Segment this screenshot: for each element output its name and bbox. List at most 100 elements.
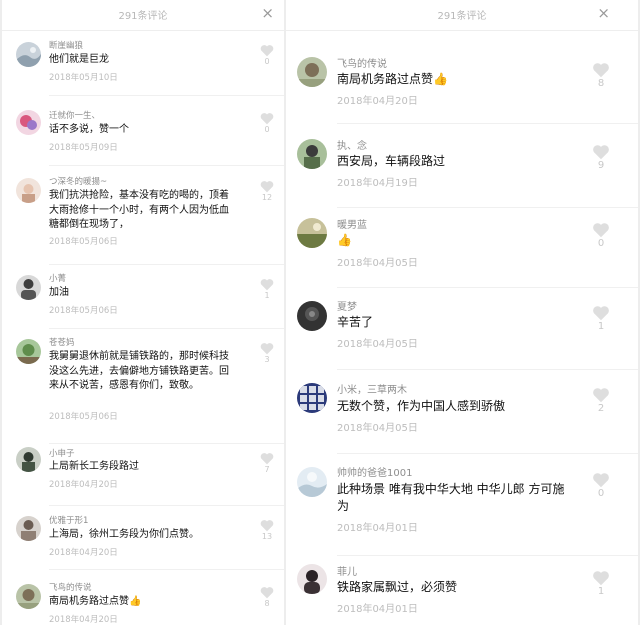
like-count: 8 bbox=[597, 78, 605, 89]
close-button[interactable]: × bbox=[597, 4, 610, 22]
avatar[interactable] bbox=[16, 178, 41, 203]
avatar[interactable] bbox=[297, 139, 327, 169]
comment-text: 无数个赞，作为中国人感到骄傲 bbox=[337, 399, 506, 413]
comment-username[interactable]: 苍苍妈 bbox=[49, 336, 75, 348]
avatar[interactable] bbox=[16, 447, 41, 472]
like-button[interactable]: 0 bbox=[588, 222, 614, 249]
comment-text: 加油 bbox=[49, 287, 69, 298]
avatar[interactable] bbox=[297, 564, 327, 594]
avatar[interactable] bbox=[297, 301, 327, 331]
like-button[interactable]: 12 bbox=[256, 180, 278, 202]
comment-item: 小申子 上局新长工务段路过 2018年04月20日 7 bbox=[2, 444, 284, 506]
comment-text: 我们抗洪抢险，基本没有吃的喝的，顶着大雨抢修十一个小时，有两个人因为低血糖都倒在… bbox=[49, 190, 229, 230]
comment-username[interactable]: 暖男蓝 bbox=[337, 216, 367, 231]
comment-text: 此种场景 唯有我中华大地 中华儿郎 方可施为 bbox=[337, 482, 565, 514]
like-button[interactable]: 9 bbox=[588, 144, 614, 171]
comment-item: 帅帅的爸爸1001 此种场景 唯有我中华大地 中华儿郎 方可施为 2018年04… bbox=[286, 454, 638, 556]
heart-icon bbox=[588, 570, 614, 586]
comment-item: 断崖幽狼 他们就是巨龙 2018年05月10日 0 bbox=[2, 30, 284, 96]
avatar[interactable] bbox=[16, 42, 41, 67]
avatar[interactable] bbox=[297, 383, 327, 413]
avatar[interactable] bbox=[297, 467, 327, 497]
avatar[interactable] bbox=[16, 110, 41, 135]
avatar[interactable] bbox=[16, 516, 41, 541]
like-count: 9 bbox=[597, 160, 605, 171]
comment-date: 2018年04月20日 bbox=[49, 615, 118, 625]
comment-text: 铁路家属飘过，必须赞 bbox=[337, 580, 458, 594]
heart-icon bbox=[256, 180, 278, 193]
comment-item: 夏梦 辛苦了 2018年04月05日 1 bbox=[286, 288, 638, 370]
comment-username[interactable]: 执、念 bbox=[337, 137, 367, 152]
like-count: 2 bbox=[597, 403, 605, 414]
like-button[interactable]: 0 bbox=[256, 112, 278, 134]
close-button[interactable]: × bbox=[261, 4, 274, 22]
comment-date: 2018年05月06日 bbox=[49, 412, 118, 422]
comment-item: 苍苍妈 我舅舅退休前就是铺铁路的，那时候科技没这么先进，去偏僻地方铺铁路更苦。回… bbox=[2, 329, 284, 444]
comment-text: 上海局，徐州工务段为你们点赞。 bbox=[49, 529, 199, 540]
comment-username[interactable]: 飞鸟的传说 bbox=[49, 581, 92, 593]
like-button[interactable]: 2 bbox=[588, 387, 614, 414]
comment-item: 飞鸟的传说 南局机务路过点赞👍 2018年04月20日 8 bbox=[286, 40, 638, 124]
comment-username[interactable]: 优雅于形1 bbox=[49, 514, 88, 526]
like-button[interactable]: 8 bbox=[256, 586, 278, 608]
heart-icon bbox=[588, 222, 614, 238]
comment-date: 2018年04月20日 bbox=[49, 548, 118, 558]
comment-username[interactable]: 小菁 bbox=[49, 272, 66, 284]
comment-date: 2018年04月05日 bbox=[337, 423, 418, 434]
like-button[interactable]: 7 bbox=[256, 452, 278, 474]
comment-item: 暖男蓝 👍 2018年04月05日 0 bbox=[286, 208, 638, 288]
comment-username[interactable]: 飞鸟的传说 bbox=[337, 55, 387, 70]
comment-username[interactable]: 断崖幽狼 bbox=[49, 39, 83, 51]
like-button[interactable]: 0 bbox=[256, 44, 278, 66]
avatar[interactable] bbox=[297, 218, 327, 248]
comment-text: 话不多说，赞一个 bbox=[49, 124, 129, 135]
like-count: 0 bbox=[264, 57, 270, 66]
comment-item: 菲儿 铁路家属飘过，必须赞 2018年04月01日 1 bbox=[286, 556, 638, 625]
like-button[interactable]: 0 bbox=[588, 472, 614, 499]
comment-text: 南局机务路过点赞👍 bbox=[49, 595, 234, 610]
comment-date: 2018年04月05日 bbox=[337, 258, 418, 269]
comment-text: 上局新长工务段路过 bbox=[49, 461, 139, 472]
avatar[interactable] bbox=[16, 339, 41, 364]
comment-username[interactable]: 迁就你一生、 bbox=[49, 109, 100, 121]
like-button[interactable]: 8 bbox=[588, 62, 614, 89]
thumbs-up-icon: 👍 bbox=[337, 233, 352, 247]
like-count: 1 bbox=[264, 291, 270, 300]
comment-username[interactable]: 小米，三草两木 bbox=[337, 381, 407, 396]
comment-text: 西安局，车辆段路过 bbox=[337, 154, 446, 168]
comment-date: 2018年04月19日 bbox=[337, 178, 418, 189]
heart-icon bbox=[256, 44, 278, 57]
like-count: 1 bbox=[597, 321, 605, 332]
like-button[interactable]: 1 bbox=[588, 305, 614, 332]
avatar[interactable] bbox=[16, 275, 41, 300]
comment-item: つ深冬的暖揚~ 我们抗洪抢险，基本没有吃的喝的，顶着大雨抢修十一个小时，有两个人… bbox=[2, 166, 284, 265]
like-count: 8 bbox=[264, 599, 270, 608]
comment-date: 2018年04月20日 bbox=[49, 480, 118, 490]
comment-username[interactable]: つ深冬的暖揚~ bbox=[49, 175, 107, 187]
heart-icon bbox=[588, 305, 614, 321]
comment-date: 2018年04月05日 bbox=[337, 339, 418, 350]
comment-text: 南局机务路过点赞👍 bbox=[337, 71, 567, 88]
comment-item: 小米，三草两木 无数个赞，作为中国人感到骄傲 2018年04月05日 2 bbox=[286, 370, 638, 454]
comment-date: 2018年04月01日 bbox=[337, 604, 418, 615]
like-button[interactable]: 1 bbox=[256, 278, 278, 300]
comment-username[interactable]: 帅帅的爸爸1001 bbox=[337, 464, 412, 479]
heart-icon bbox=[256, 278, 278, 291]
avatar[interactable] bbox=[297, 57, 327, 87]
comment-date: 2018年04月20日 bbox=[337, 96, 418, 107]
comment-date: 2018年05月06日 bbox=[49, 306, 118, 316]
like-button[interactable]: 1 bbox=[588, 570, 614, 597]
heart-icon bbox=[256, 452, 278, 465]
comment-item: 飞鸟的传说 南局机务路过点赞👍 2018年04月20日 8 bbox=[2, 570, 284, 625]
comment-username[interactable]: 菲儿 bbox=[337, 563, 357, 578]
avatar[interactable] bbox=[16, 584, 41, 609]
like-button[interactable]: 3 bbox=[256, 342, 278, 364]
like-count: 7 bbox=[264, 465, 270, 474]
comment-date: 2018年05月09日 bbox=[49, 143, 118, 153]
comment-panel-left: 291条评论 × 断崖幽狼 他们就是巨龙 2018年05月10日 0 迁就你一生… bbox=[2, 0, 284, 625]
like-button[interactable]: 13 bbox=[256, 519, 278, 541]
comment-username[interactable]: 小申子 bbox=[49, 447, 75, 459]
comment-username[interactable]: 夏梦 bbox=[337, 298, 357, 313]
heart-icon bbox=[256, 112, 278, 125]
comment-count-title: 291条评论 bbox=[437, 11, 487, 22]
